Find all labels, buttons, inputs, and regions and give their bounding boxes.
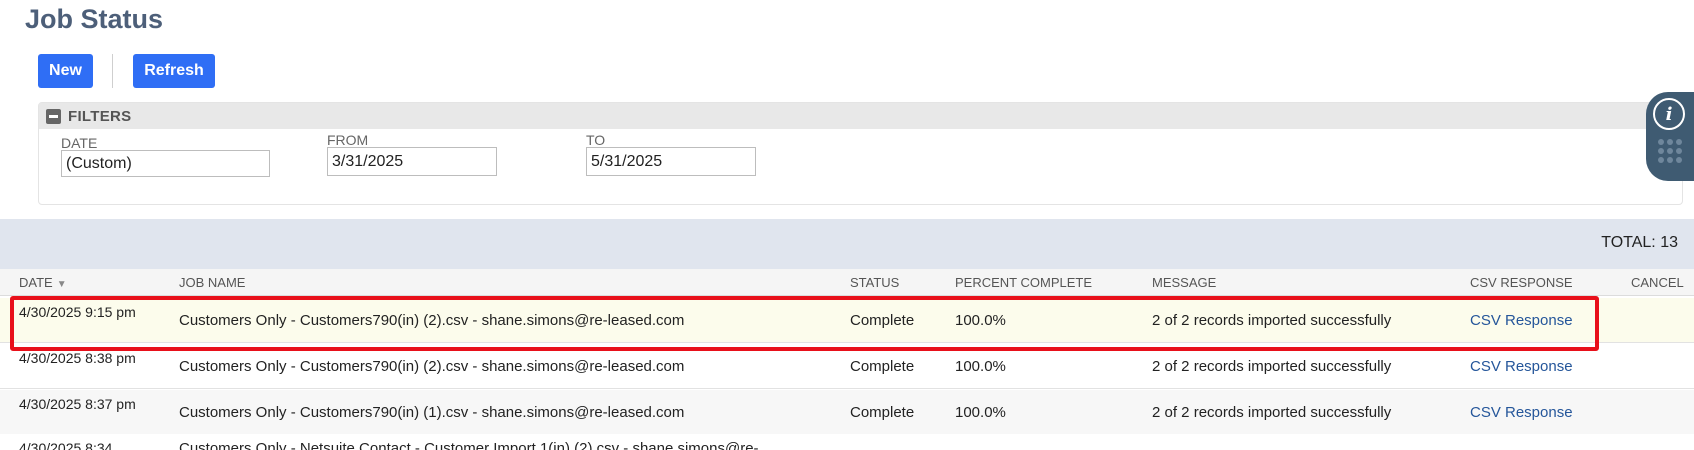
column-header-date[interactable]: DATE ▼: [19, 275, 67, 290]
table-row[interactable]: 4/30/2025 8:38 pm Customers Only - Custo…: [0, 344, 1694, 389]
row-status: Complete: [850, 358, 915, 375]
column-header-csv-response[interactable]: CSV RESPONSE: [1470, 275, 1573, 290]
row-status: Complete: [850, 404, 915, 421]
column-header-status[interactable]: STATUS: [850, 275, 899, 290]
row-date: 4/30/2025 8:38 pm: [19, 350, 136, 366]
date-filter-label: DATE: [61, 135, 98, 151]
sort-down-icon: ▼: [56, 279, 67, 290]
csv-response-link[interactable]: CSV Response: [1470, 312, 1573, 329]
page-title: Job Status: [25, 4, 164, 34]
row-message: 2 of 2 records imported successfully: [1152, 358, 1392, 375]
filters-panel: FILTERS DATE (Custom) FROM 3/31/2025 TO …: [38, 102, 1683, 205]
filters-header[interactable]: FILTERS: [39, 103, 1682, 129]
date-filter-select[interactable]: (Custom): [61, 150, 270, 177]
refresh-button[interactable]: Refresh: [133, 54, 215, 88]
table-row[interactable]: 4/30/2025 8:34 Customers Only - Netsuite…: [0, 434, 1694, 450]
filters-title: FILTERS: [68, 107, 132, 125]
to-date-field[interactable]: 5/31/2025: [586, 147, 756, 176]
to-filter-label: TO: [586, 132, 606, 148]
column-header-cancel[interactable]: CANCEL: [1631, 275, 1684, 290]
row-date: 4/30/2025 9:15 pm: [19, 304, 136, 320]
total-count: TOTAL: 13: [1601, 234, 1678, 251]
column-header-job-name[interactable]: JOB NAME: [179, 275, 245, 290]
toolbar-divider: [112, 54, 113, 88]
csv-response-link[interactable]: CSV Response: [1470, 404, 1573, 421]
info-icon[interactable]: i: [1653, 98, 1685, 130]
table-row[interactable]: 4/30/2025 8:37 pm Customers Only - Custo…: [0, 390, 1694, 435]
column-header-percent-complete[interactable]: PERCENT COMPLETE: [955, 275, 1092, 290]
side-help-widget: i: [1646, 92, 1694, 181]
row-date: 4/30/2025 8:34: [19, 440, 113, 450]
row-job-name: Customers Only - Customers790(in) (2).cs…: [179, 312, 685, 329]
collapse-minus-icon[interactable]: [46, 108, 61, 124]
table-row[interactable]: 4/30/2025 9:15 pm Customers Only - Custo…: [0, 298, 1694, 343]
row-message: 2 of 2 records imported successfully: [1152, 404, 1392, 421]
row-percent: 100.0%: [955, 358, 1006, 375]
row-job-name: Customers Only - Customers790(in) (1).cs…: [179, 404, 685, 421]
grid-dots-icon[interactable]: [1658, 139, 1682, 163]
total-bar: TOTAL: 13: [0, 219, 1694, 269]
csv-response-link[interactable]: CSV Response: [1470, 358, 1573, 375]
column-header-message[interactable]: MESSAGE: [1152, 275, 1216, 290]
from-filter-label: FROM: [327, 132, 369, 148]
row-status: Complete: [850, 312, 915, 329]
from-date-field[interactable]: 3/31/2025: [327, 147, 497, 176]
row-percent: 100.0%: [955, 312, 1006, 329]
table-header: DATE ▼ JOB NAME STATUS PERCENT COMPLETE M…: [0, 269, 1694, 296]
row-percent: 100.0%: [955, 404, 1006, 421]
row-message: 2 of 2 records imported successfully: [1152, 312, 1392, 329]
row-job-name: Customers Only - Netsuite Contact - Cust…: [179, 440, 759, 450]
new-button[interactable]: New: [38, 54, 93, 88]
row-date: 4/30/2025 8:37 pm: [19, 396, 136, 412]
row-job-name: Customers Only - Customers790(in) (2).cs…: [179, 358, 685, 375]
